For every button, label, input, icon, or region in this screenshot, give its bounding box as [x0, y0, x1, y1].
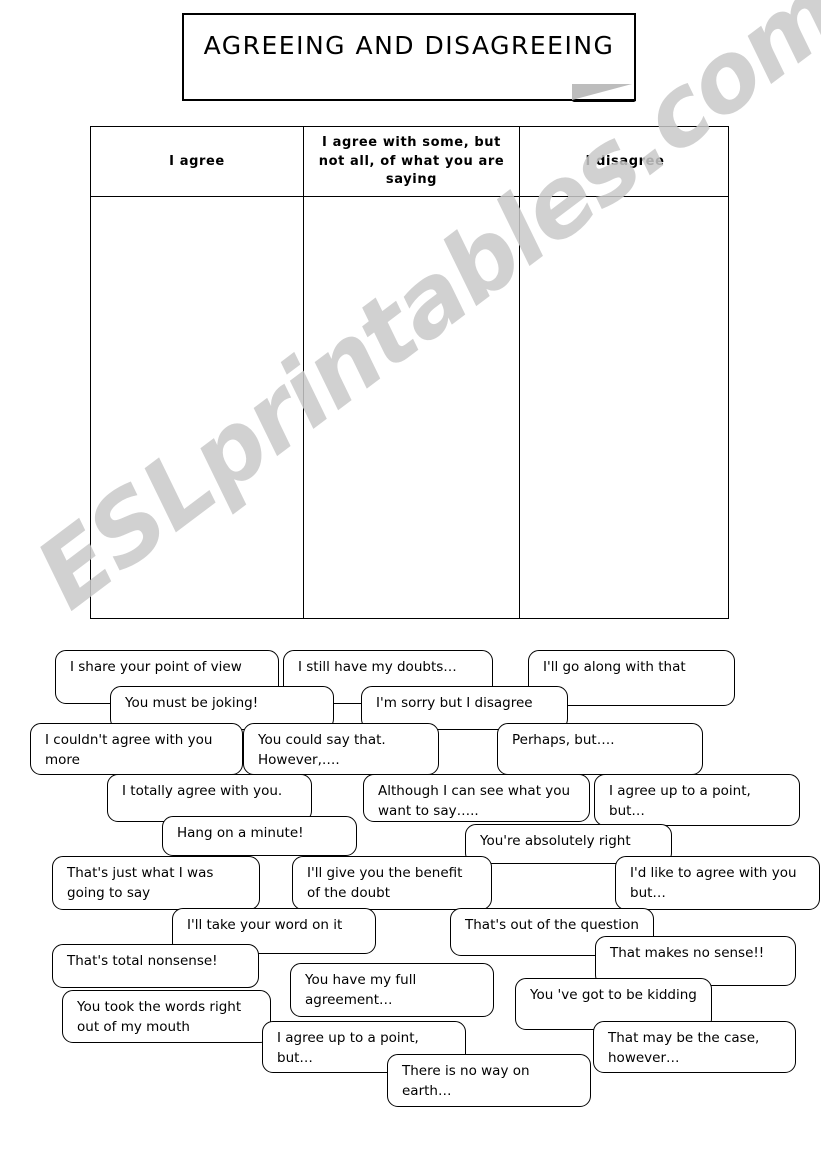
phrase-card[interactable]: I agree up to a point, but…	[594, 774, 800, 826]
phrase-card-area: I share your point of view I still have …	[0, 0, 821, 1169]
phrase-card[interactable]: I'd like to agree with you but…	[615, 856, 820, 910]
phrase-card[interactable]: Although I can see what you want to say……	[363, 774, 590, 822]
phrase-card[interactable]: You could say that. However,….	[243, 723, 439, 775]
phrase-card[interactable]: Perhaps, but….	[497, 723, 703, 775]
phrase-card[interactable]: That's just what I was going to say	[52, 856, 260, 910]
phrase-card[interactable]: I couldn't agree with you more	[30, 723, 243, 775]
phrase-card[interactable]: That's total nonsense!	[52, 944, 259, 988]
phrase-card[interactable]: You took the words right out of my mouth	[62, 990, 271, 1043]
phrase-card[interactable]: That may be the case, however…	[593, 1021, 796, 1073]
phrase-card[interactable]: There is no way on earth…	[387, 1054, 591, 1107]
phrase-card[interactable]: I totally agree with you.	[107, 774, 312, 822]
phrase-card[interactable]: You have my full agreement…	[290, 963, 494, 1017]
phrase-card[interactable]: Hang on a minute!	[162, 816, 357, 856]
phrase-card[interactable]: I'll give you the benefit of the doubt	[292, 856, 492, 910]
